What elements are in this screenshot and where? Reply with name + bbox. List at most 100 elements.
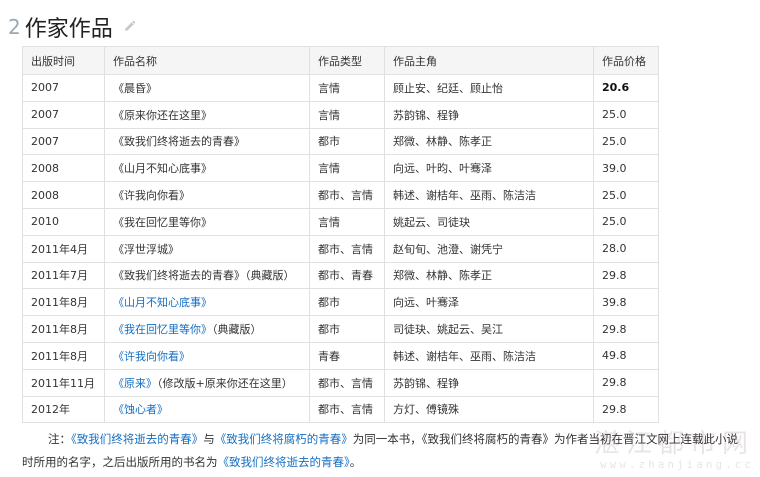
table-row: 2011年4月 《浮世浮城》 都市、言情 赵旬旬、池澄、谢凭宁 28.0 <box>22 234 659 263</box>
cell-date: 2007 <box>22 127 105 156</box>
cell-price: 29.8 <box>593 261 659 290</box>
cell-genre: 都市、言情 <box>309 234 385 263</box>
works-table: 出版时间 作品名称 作品类型 作品主角 作品价格 2007 《晨昏》 言情 顾止安、纪… <box>22 46 659 424</box>
cell-genre: 言情 <box>309 74 385 102</box>
work-title: 《许我向你看》 <box>113 189 190 203</box>
cell-leads: 顾止安、纪廷、顾止怡 <box>384 74 594 102</box>
table-row: 2011年8月 《许我向你看》 青春 韩述、谢桔年、巫雨、陈洁洁 49.8 <box>22 341 659 370</box>
cell-genre: 都市 <box>309 315 385 343</box>
cell-title: 《晨昏》 <box>104 74 310 102</box>
note-link-book-title[interactable]: 《致我们终将逝去的青春》 <box>218 455 350 469</box>
cell-price: 25.0 <box>593 127 659 156</box>
cell-date: 2011年7月 <box>22 261 105 290</box>
cell-title: 《山月不知心底事》 <box>104 154 310 183</box>
cell-title: 《浮世浮城》 <box>104 234 310 263</box>
work-title-link[interactable]: 《许我向你看》 <box>113 350 190 363</box>
cell-date: 2011年4月 <box>22 234 105 263</box>
table-row: 2007 《原来你还在这里》 言情 苏韵锦、程铮 25.0 <box>22 100 659 129</box>
table-body: 2007 《晨昏》 言情 顾止安、纪廷、顾止怡 20.6 2007 《原来你还在这里》 言情苏… <box>22 74 659 424</box>
cell-genre: 言情 <box>309 154 385 183</box>
work-title: 《晨昏》 <box>113 81 157 95</box>
cell-date: 2008 <box>22 181 105 209</box>
cell-genre: 都市、言情 <box>309 368 385 397</box>
cell-price: 49.8 <box>593 341 659 370</box>
section-title: 作家作品 <box>24 17 113 42</box>
cell-date: 2008 <box>22 154 105 183</box>
cell-price: 20.6 <box>593 74 659 102</box>
note-text: 。 <box>349 455 362 469</box>
table-row: 2011年7月 《致我们终将逝去的青春》（典藏版） 都市、青春 郑微、林静、陈孝正 29… <box>22 261 659 290</box>
cell-genre: 都市 <box>309 288 385 317</box>
cell-leads: 司徒玦、姚起云、吴江 <box>384 315 594 343</box>
table-row: 2007 《晨昏》 言情 顾止安、纪廷、顾止怡 20.6 <box>22 74 659 102</box>
note-link-book-title[interactable]: 《致我们终将逝去的青春》 <box>71 432 203 446</box>
cell-price: 39.0 <box>593 154 659 183</box>
cell-leads: 向远、叶昀、叶骞泽 <box>384 154 594 183</box>
cell-genre: 都市、青春 <box>309 261 385 290</box>
cell-title: 《我在回忆里等你》（典藏版） <box>104 315 310 343</box>
table-row: 2010 《我在回忆里等你》 言情 姚起云、司徒玦 25.0 <box>22 207 659 236</box>
column-header-leads: 作品主角 <box>384 46 594 75</box>
cell-date: 2011年11月 <box>22 368 105 397</box>
cell-price: 29.8 <box>593 395 659 424</box>
table-row: 2011年8月 《我在回忆里等你》（典藏版） 都市 司徒玦、姚起云、吴江 29.8 <box>22 315 659 343</box>
column-header-price: 作品价格 <box>593 46 659 75</box>
work-title-suffix: （典藏版） <box>212 323 262 337</box>
note-text: 与 <box>203 432 215 446</box>
note-prefix: 注： <box>48 432 71 446</box>
work-title: 《致我们终将逝去的青春》 <box>113 135 245 149</box>
note-link-web-title[interactable]: 《致我们终将腐朽的青春》 <box>215 432 353 446</box>
work-title-link[interactable]: 《山月不知心底事》 <box>113 296 212 309</box>
table-row: 2011年8月 《山月不知心底事》 都市 向远、叶骞泽 39.8 <box>22 288 659 317</box>
cell-date: 2011年8月 <box>22 315 105 343</box>
work-title-suffix: （修改版+原来你还在这里） <box>157 376 293 390</box>
cell-title: 《原来》（修改版+原来你还在这里） <box>104 368 310 397</box>
cell-date: 2012年 <box>22 395 105 424</box>
cell-price: 29.8 <box>593 315 659 343</box>
work-title: 《原来你还在这里》 <box>113 108 212 122</box>
cell-leads: 赵旬旬、池澄、谢凭宁 <box>384 234 594 263</box>
cell-leads: 姚起云、司徒玦 <box>384 207 594 236</box>
table-header-row: 出版时间 作品名称 作品类型 作品主角 作品价格 <box>22 46 659 75</box>
cell-date: 2011年8月 <box>22 341 105 370</box>
table-row: 2008 《许我向你看》 都市、言情 韩述、谢桔年、巫雨、陈洁洁 25.0 <box>22 181 659 209</box>
cell-leads: 向远、叶骞泽 <box>384 288 594 317</box>
cell-genre: 都市、言情 <box>309 395 385 424</box>
column-header-date: 出版时间 <box>22 46 105 75</box>
table-row: 2012年 《蚀心者》 都市、言情 方灯、傅镜殊 29.8 <box>22 395 659 424</box>
cell-title: 《我在回忆里等你》 <box>104 207 310 236</box>
cell-title: 《原来你还在这里》 <box>104 100 310 129</box>
cell-price: 28.0 <box>593 234 659 263</box>
cell-leads: 韩述、谢桔年、巫雨、陈洁洁 <box>384 341 594 370</box>
work-title: 《我在回忆里等你》 <box>113 215 212 229</box>
works-table-container: 出版时间 作品名称 作品类型 作品主角 作品价格 2007 《晨昏》 言情 顾止安、纪… <box>22 46 659 424</box>
cell-genre: 都市、言情 <box>309 181 385 209</box>
cell-title: 《蚀心者》 <box>104 395 310 424</box>
cell-price: 25.0 <box>593 207 659 236</box>
cell-price: 25.0 <box>593 100 659 129</box>
cell-genre: 青春 <box>309 341 385 370</box>
cell-title: 《致我们终将逝去的青春》 <box>104 127 310 156</box>
cell-date: 2011年8月 <box>22 288 105 317</box>
cell-leads: 郑微、林静、陈孝正 <box>384 261 594 290</box>
pencil-icon[interactable] <box>123 18 136 37</box>
work-title-link[interactable]: 《蚀心者》 <box>113 403 168 416</box>
cell-leads: 方灯、傅镜殊 <box>384 395 594 424</box>
cell-leads: 韩述、谢桔年、巫雨、陈洁洁 <box>384 181 594 209</box>
cell-title: 《山月不知心底事》 <box>104 288 310 317</box>
cell-title: 《致我们终将逝去的青春》（典藏版） <box>104 261 310 290</box>
table-row: 2007 《致我们终将逝去的青春》 都市 郑微、林静、陈孝正 25.0 <box>22 127 659 156</box>
work-title: 《山月不知心底事》 <box>113 162 212 176</box>
work-title: 《致我们终将逝去的青春》（典藏版） <box>113 269 295 283</box>
cell-date: 2010 <box>22 207 105 236</box>
cell-leads: 郑微、林静、陈孝正 <box>384 127 594 156</box>
column-header-title: 作品名称 <box>104 46 310 75</box>
table-row: 2011年11月 《原来》（修改版+原来你还在这里） 都市、言情 苏韵锦、程铮 29.8 <box>22 368 659 397</box>
work-title-link[interactable]: 《原来》 <box>113 377 157 390</box>
work-title-link[interactable]: 《我在回忆里等你》 <box>113 323 212 336</box>
cell-leads: 苏韵锦、程铮 <box>384 368 594 397</box>
cell-genre: 言情 <box>309 207 385 236</box>
cell-leads: 苏韵锦、程铮 <box>384 100 594 129</box>
cell-price: 25.0 <box>593 181 659 209</box>
cell-genre: 都市 <box>309 127 385 156</box>
